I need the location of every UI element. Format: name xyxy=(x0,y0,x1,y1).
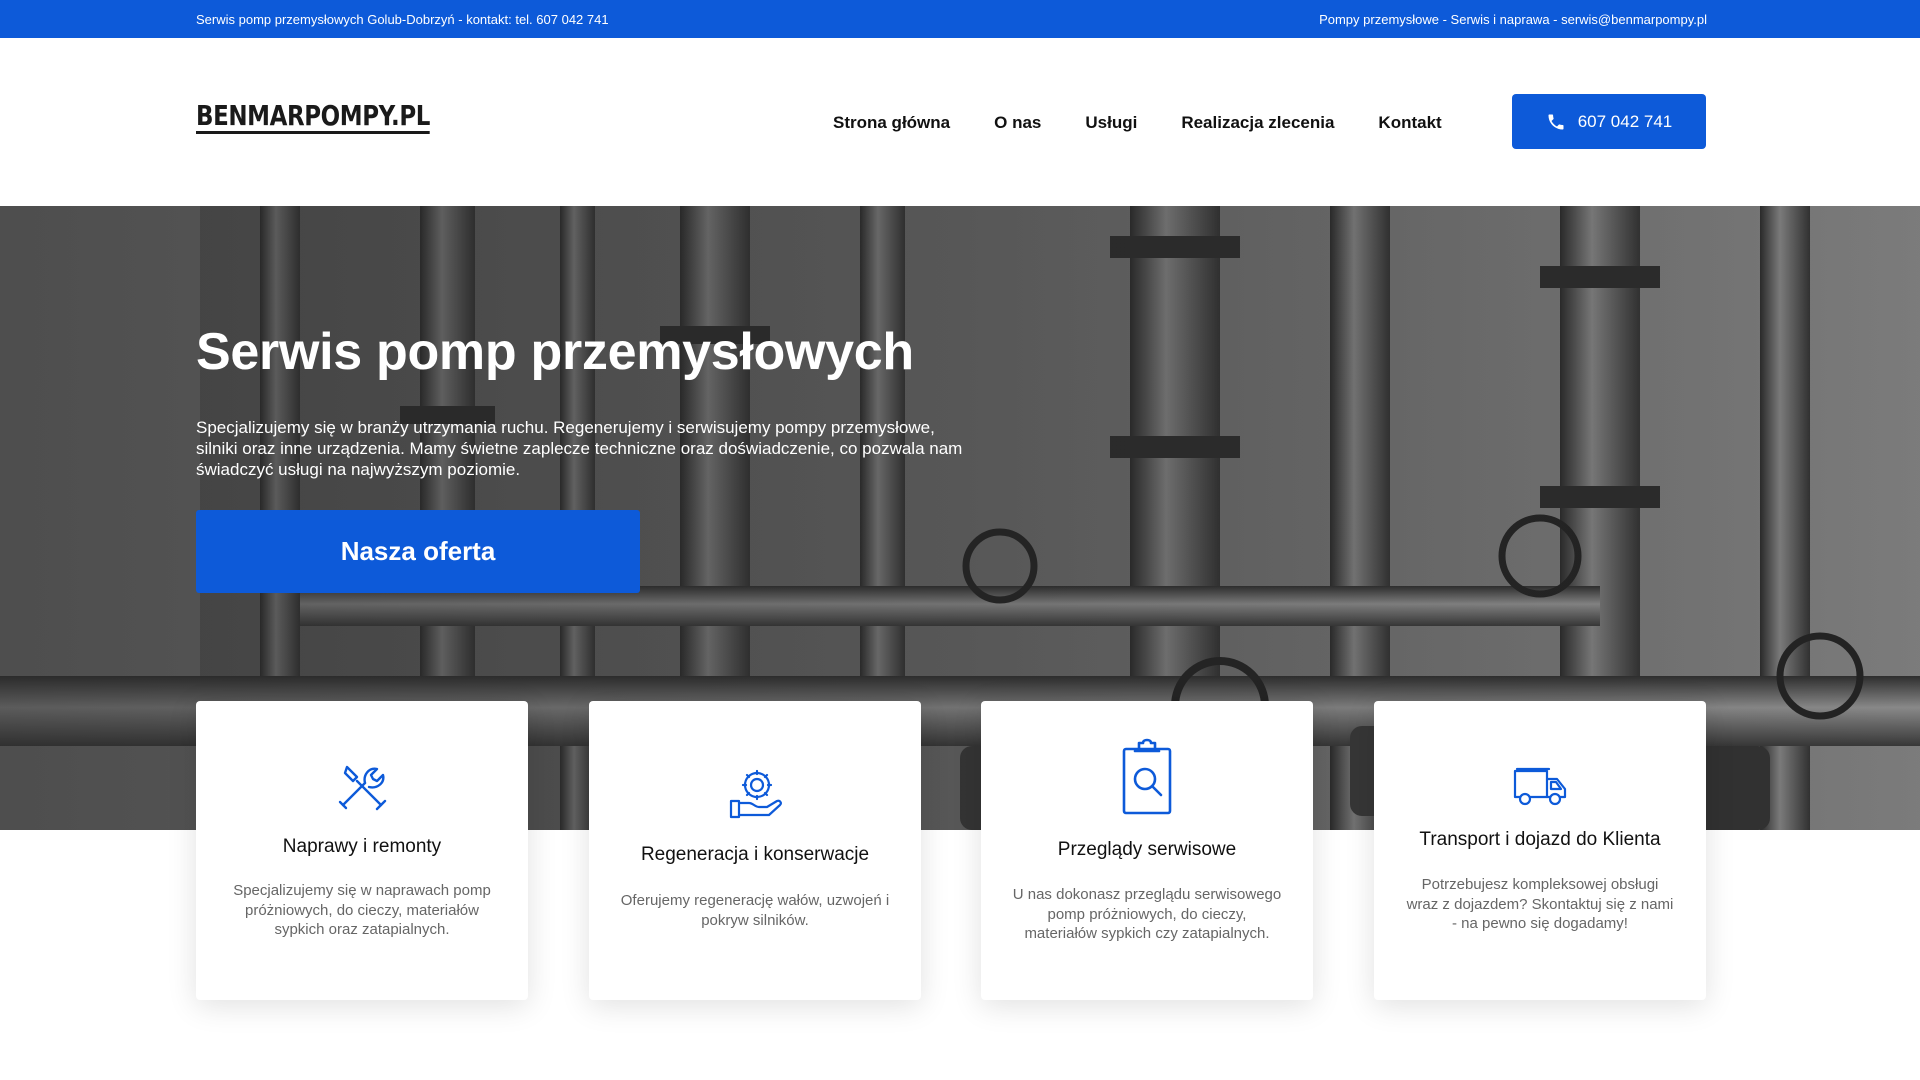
main-navigation: Strona główna O nas Usługi Realizacja zl… xyxy=(833,113,1442,133)
clipboard-search-icon xyxy=(981,737,1313,817)
topbar-email-text: Pompy przemysłowe - Serwis i naprawa - s… xyxy=(1319,12,1707,27)
service-card-repairs[interactable]: Naprawy i remonty Specjalizujemy się w n… xyxy=(196,701,528,1000)
service-card-transport[interactable]: Transport i dojazd do Klienta Potrzebuje… xyxy=(1374,701,1706,1000)
phone-icon xyxy=(1548,114,1564,129)
our-offer-button[interactable]: Nasza oferta xyxy=(196,510,640,593)
site-logo[interactable]: BENMARPOMPY.PL xyxy=(196,102,430,134)
card-description: Specjalizujemy się w naprawach pomp próż… xyxy=(233,882,491,938)
card-title: Transport i dojazd do Klienta xyxy=(1419,829,1661,850)
call-button-label: 607 042 741 xyxy=(1577,111,1673,131)
call-button[interactable]: 607 042 741 xyxy=(1512,94,1706,149)
top-info-bar: Serwis pomp przemysłowych Golub-Dobrzyń … xyxy=(0,0,1920,38)
delivery-truck-icon xyxy=(1374,767,1706,807)
topbar-contact-text: Serwis pomp przemysłowych Golub-Dobrzyń … xyxy=(196,12,609,27)
card-title: Przeglądy serwisowe xyxy=(1057,839,1237,860)
nav-item-contact[interactable]: Kontakt xyxy=(1378,113,1441,133)
card-title: Naprawy i remonty xyxy=(282,836,442,857)
hero-description: Specjalizujemy się w branży utrzymania r… xyxy=(196,418,963,479)
card-description: Potrzebujesz kompleksowej obsługi wraz z… xyxy=(1406,876,1674,932)
card-title: Regeneracja i konserwacje xyxy=(640,844,870,865)
site-header: BENMARPOMPY.PL Strona główna O nas Usług… xyxy=(0,38,1920,206)
nav-item-about[interactable]: O nas xyxy=(994,113,1041,133)
hero-title: Serwis pomp przemysłowych xyxy=(196,323,914,381)
service-card-regeneration[interactable]: Regeneracja i konserwacje Oferujemy rege… xyxy=(589,701,921,1000)
hand-gear-icon xyxy=(589,769,921,821)
service-card-inspections[interactable]: Przeglądy serwisowe U nas dokonasz przeg… xyxy=(981,701,1313,1000)
card-description: Oferujemy regenerację wałów, uzwojeń i p… xyxy=(620,892,890,929)
card-description: U nas dokonasz przeglądu serwisowego pom… xyxy=(1012,886,1282,942)
nav-item-services[interactable]: Usługi xyxy=(1085,113,1137,133)
nav-item-home[interactable]: Strona główna xyxy=(833,113,950,133)
nav-item-orders[interactable]: Realizacja zlecenia xyxy=(1181,113,1334,133)
wrench-screwdriver-icon xyxy=(196,759,528,813)
